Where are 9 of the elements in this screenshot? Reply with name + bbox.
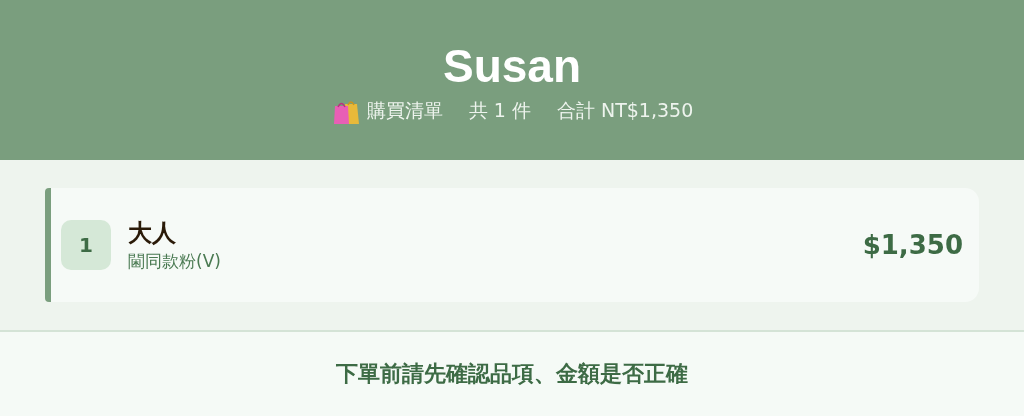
list-label: 購買清單 (366, 98, 443, 123)
item-price: $1,350 (862, 230, 963, 260)
confirm-notice: 下單前請先確認品項、金額是否正確 (336, 360, 688, 388)
customer-name: Susan (442, 40, 581, 92)
item-detail: 閫同款粉(V) (128, 250, 222, 273)
item-number: 1 (61, 220, 111, 270)
item-name: 大人 (128, 218, 177, 249)
order-total: 合計 NT$1,350 (556, 98, 694, 123)
item-count: 共 1 件 (468, 98, 531, 123)
